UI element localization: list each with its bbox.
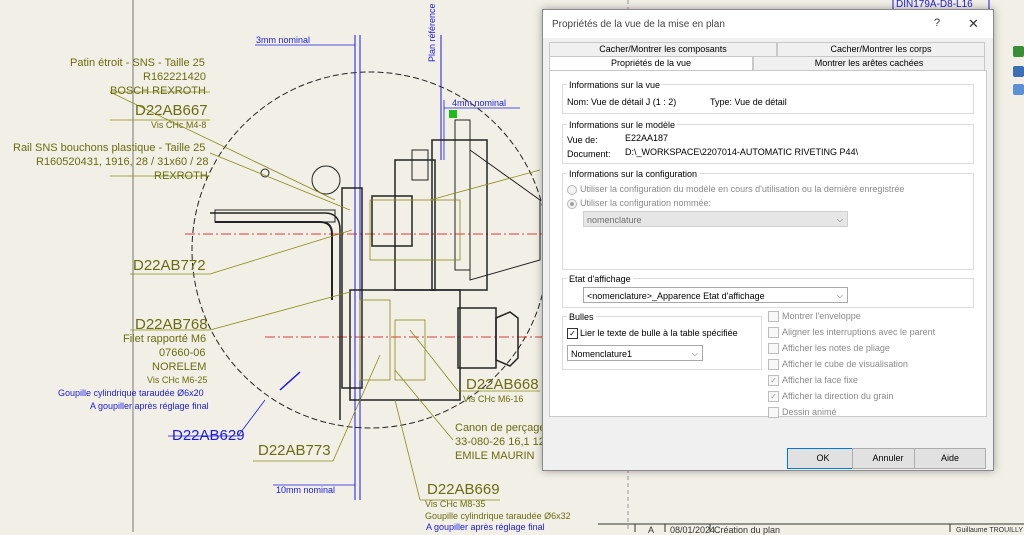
config-named-radio[interactable] xyxy=(567,199,577,209)
label-canon-3: EMILE MAURIN xyxy=(455,450,535,462)
model-info-group: Informations sur le modèle Vue de: E22AA… xyxy=(562,120,974,164)
label-d22ab667-sub: Vis CHc M4-8 xyxy=(151,120,207,130)
label-d22ab669-sub2: Goupille cylindrique taraudée Ø6x32 xyxy=(425,511,571,521)
label-d22ab768: D22AB768 xyxy=(135,316,208,333)
show-envelope-checkbox[interactable] xyxy=(768,311,779,322)
layers-icon[interactable] xyxy=(1013,84,1024,95)
tab-show-hidden-edges[interactable]: Montrer les arêtes cachées xyxy=(753,56,985,71)
config-named-select[interactable]: nomenclature ⌵ xyxy=(583,211,848,227)
view-type: Type: Vue de détail xyxy=(710,97,787,107)
tab-view-properties[interactable]: Propriétés de la vue xyxy=(549,56,753,71)
close-icon[interactable]: ✕ xyxy=(968,16,979,32)
label-filet-1: Filet rapporté M6 xyxy=(123,333,207,345)
dim-10mm: 10mm nominal xyxy=(276,485,336,495)
label-d22ab668: D22AB668 xyxy=(466,376,539,393)
view-cube-checkbox[interactable] xyxy=(768,359,779,370)
label-filet-4: Vis CHc M6-25 xyxy=(147,375,208,385)
ok-button[interactable]: OK xyxy=(787,448,859,469)
model-view-value: E22AA187 xyxy=(625,133,669,143)
link-balloon-label: Lier le texte de bulle à la table spécif… xyxy=(580,328,738,338)
dialog-tabs: Cacher/Montrer les composants Cacher/Mon… xyxy=(549,42,985,72)
animated-drawing-checkbox[interactable] xyxy=(768,407,779,418)
label-d22ab629: D22AB629 xyxy=(172,427,245,444)
label-rail-1: Rail SNS bouchons plastique - Taille 25 xyxy=(13,142,206,154)
dim-3mm: 3mm nominal xyxy=(256,35,311,45)
label-canon-1: Canon de perçage xyxy=(455,422,546,434)
tab-hide-show-components[interactable]: Cacher/Montrer les composants xyxy=(549,42,777,57)
properties-icon[interactable] xyxy=(1013,66,1024,77)
grain-direction-label: Afficher la direction du grain xyxy=(782,391,894,401)
chevron-down-icon: ⌵ xyxy=(836,215,843,224)
help-button[interactable]: Aide xyxy=(914,448,986,469)
display-state-group: Etat d'affichage <nomenclature>_Apparenc… xyxy=(562,274,974,308)
model-view-label: Vue de: xyxy=(567,135,598,145)
label-filet-2: 07660-06 xyxy=(159,347,206,359)
align-breaks-checkbox[interactable] xyxy=(768,327,779,338)
align-breaks-label: Aligner les interruptions avec le parent xyxy=(782,327,936,337)
balloon-table-value: Nomenclature1 xyxy=(571,349,633,359)
model-doc-label: Document: xyxy=(567,149,611,159)
label-d22ab669-sub1: Vis CHc M8-35 xyxy=(425,499,486,509)
label-d22ab772: D22AB772 xyxy=(133,257,206,274)
help-icon[interactable]: ? xyxy=(934,17,940,29)
display-state-value: <nomenclature>_Apparence Etat d'affichag… xyxy=(587,291,765,301)
right-toolbar xyxy=(1013,44,1024,98)
label-patin-2: R162221420 xyxy=(143,71,207,83)
show-envelope-label: Montrer l'enveloppe xyxy=(782,311,861,321)
title-block-date: 08/01/2024 xyxy=(670,525,716,535)
dim-4mm: 4mm nominal xyxy=(452,98,507,108)
label-d22ab668-sub: Vis CHc M6-16 xyxy=(463,394,524,404)
animated-drawing-label: Dessin animé xyxy=(782,407,837,417)
view-cube-label: Afficher le cube de visualisation xyxy=(782,359,908,369)
balloons-group: Bulles ✓ Lier le texte de bulle à la tab… xyxy=(562,312,762,370)
title-block-desc: Création du plan xyxy=(714,525,781,535)
model-doc-value: D:\_WORKSPACE\2207014-AUTOMATIC RIVETING… xyxy=(625,147,859,157)
title-block-rev: A xyxy=(648,525,655,535)
grain-direction-checkbox[interactable]: ✓ xyxy=(768,391,779,402)
config-info-group: Informations sur la configuration Utilis… xyxy=(562,169,974,270)
label-goupille-2: A goupiller après réglage final xyxy=(90,401,209,411)
bend-notes-checkbox[interactable] xyxy=(768,343,779,354)
label-d22ab667: D22AB667 xyxy=(135,102,208,119)
plan-ref-label: Plan référence xyxy=(427,3,437,62)
label-d22ab669-sub3: A goupiller après réglage final xyxy=(426,522,545,532)
label-rail-3: REXROTH xyxy=(154,170,208,182)
label-goupille-1: Goupille cylindrique taraudée Ø6x20 xyxy=(58,388,204,398)
config-info-title: Informations sur la configuration xyxy=(567,169,700,179)
fixed-face-checkbox[interactable]: ✓ xyxy=(768,375,779,386)
label-filet-3: NORELEM xyxy=(152,361,207,373)
model-info-title: Informations sur le modèle xyxy=(567,120,678,130)
config-named-label: Utiliser la configuration nommée: xyxy=(580,198,712,208)
view-info-group: Informations sur la vue Nom: Vue de déta… xyxy=(562,80,974,114)
label-patin-1: Patin étroit - SNS - Taille 25 xyxy=(70,57,205,69)
palette-icon[interactable] xyxy=(1013,46,1024,57)
title-block-author: Guillaume TROUILLY xyxy=(956,527,1024,534)
config-last-radio[interactable] xyxy=(567,185,577,195)
label-canon-2: 33-080-26 16,1 12 xyxy=(455,436,545,448)
link-balloon-checkbox[interactable]: ✓ xyxy=(567,328,578,339)
config-last-label: Utiliser la configuration du modèle en c… xyxy=(580,184,905,194)
view-name: Nom: Vue de détail J (1 : 2) xyxy=(567,97,677,107)
display-state-select[interactable]: <nomenclature>_Apparence Etat d'affichag… xyxy=(583,287,848,303)
balloons-title: Bulles xyxy=(567,312,596,322)
view-info-title: Informations sur la vue xyxy=(567,80,663,90)
display-state-title: Etat d'affichage xyxy=(567,274,633,284)
config-named-value: nomenclature xyxy=(587,215,642,225)
chevron-down-icon: ⌵ xyxy=(836,291,843,300)
dialog-title: Propriétés de la vue de la mise en plan xyxy=(552,19,725,30)
dialog-titlebar[interactable]: Propriétés de la vue de la mise en plan … xyxy=(543,10,993,38)
drawing-view-properties-dialog: Propriétés de la vue de la mise en plan … xyxy=(542,9,994,471)
tab-hide-show-bodies[interactable]: Cacher/Montrer les corps xyxy=(777,42,985,57)
balloon-table-select[interactable]: Nomenclature1 ⌵ xyxy=(567,345,703,361)
label-d22ab773: D22AB773 xyxy=(258,442,331,459)
chevron-down-icon: ⌵ xyxy=(691,349,698,358)
label-rail-2: R160520431, 1916, 28 / 31x60 / 28 xyxy=(36,156,209,168)
view-properties-panel: Informations sur la vue Nom: Vue de déta… xyxy=(549,70,987,418)
label-patin-3: BOSCH REXROTH xyxy=(110,85,206,97)
label-d22ab669: D22AB669 xyxy=(427,481,500,498)
fixed-face-label: Afficher la face fixe xyxy=(782,375,858,385)
bend-notes-label: Afficher les notes de pliage xyxy=(782,343,890,353)
